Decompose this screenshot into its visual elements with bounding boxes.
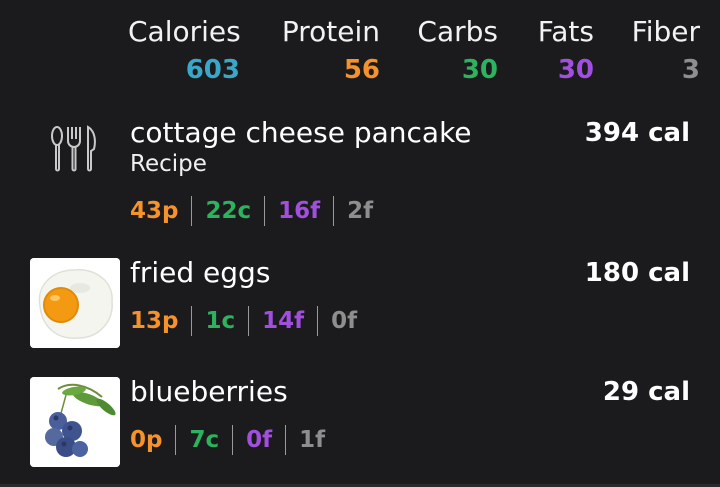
summary-protein: Protein 56 bbox=[276, 14, 380, 90]
macro-divider bbox=[317, 306, 319, 336]
food-entry[interactable]: fried eggs 180 cal 13p 1c 14f 0f bbox=[0, 255, 720, 355]
summary-fats-value: 30 bbox=[557, 55, 594, 85]
summary-calories: Calories 603 bbox=[128, 14, 241, 90]
macro-protein: 43p bbox=[130, 198, 179, 224]
macro-fats: 0f bbox=[246, 427, 273, 453]
food-name: fried eggs bbox=[130, 256, 271, 289]
macro-fiber: 1f bbox=[299, 427, 326, 453]
summary-fiber-value: 3 bbox=[681, 55, 700, 85]
food-entry[interactable]: blueberries 29 cal 0p 7c 0f 1f bbox=[0, 374, 720, 474]
food-macros: 13p 1c 14f 0f bbox=[130, 303, 357, 339]
summary-calories-label: Calories bbox=[128, 15, 241, 48]
summary-fiber: Fiber 3 bbox=[628, 14, 700, 90]
macro-carbs: 7c bbox=[189, 427, 220, 453]
summary-fiber-label: Fiber bbox=[631, 15, 700, 48]
food-calories: 29 cal bbox=[602, 377, 690, 407]
macro-divider bbox=[264, 196, 266, 226]
macro-carbs: 1c bbox=[205, 308, 236, 334]
summary-protein-label: Protein bbox=[281, 15, 380, 48]
macro-fiber: 0f bbox=[331, 308, 358, 334]
summary-fats-label: Fats bbox=[537, 15, 594, 48]
macro-divider bbox=[191, 196, 193, 226]
macro-protein: 0p bbox=[130, 427, 163, 453]
macro-fats: 16f bbox=[278, 198, 321, 224]
summary-carbs-label: Carbs bbox=[417, 15, 498, 48]
summary-protein-value: 56 bbox=[343, 55, 380, 85]
macro-divider bbox=[175, 425, 177, 455]
blueberries-photo bbox=[30, 377, 120, 467]
food-name: cottage cheese pancake bbox=[130, 116, 472, 149]
food-calories: 394 cal bbox=[584, 118, 690, 148]
macro-divider bbox=[248, 306, 250, 336]
summary-carbs: Carbs 30 bbox=[416, 14, 498, 90]
macro-fats: 14f bbox=[262, 308, 305, 334]
macro-divider bbox=[191, 306, 193, 336]
fried-egg-photo bbox=[30, 258, 120, 348]
macro-protein: 13p bbox=[130, 308, 179, 334]
food-calories: 180 cal bbox=[584, 258, 690, 288]
food-subtitle: Recipe bbox=[130, 151, 207, 177]
food-macros: 43p 22c 16f 2f bbox=[130, 193, 373, 229]
macro-carbs: 22c bbox=[205, 198, 252, 224]
macro-divider bbox=[232, 425, 234, 455]
nutrition-summary: Calories 603 Protein 56 Carbs 30 Fats 30… bbox=[0, 14, 720, 94]
food-name: blueberries bbox=[130, 375, 288, 408]
summary-carbs-value: 30 bbox=[461, 55, 498, 85]
macro-divider bbox=[285, 425, 287, 455]
food-entry[interactable]: cottage cheese pancake Recipe 394 cal 43… bbox=[0, 115, 720, 240]
summary-fats: Fats 30 bbox=[532, 14, 594, 90]
macro-divider bbox=[333, 196, 335, 226]
summary-calories-value: 603 bbox=[185, 55, 240, 85]
macro-fiber: 2f bbox=[347, 198, 374, 224]
food-macros: 0p 7c 0f 1f bbox=[130, 422, 325, 458]
utensils-icon bbox=[51, 125, 96, 172]
